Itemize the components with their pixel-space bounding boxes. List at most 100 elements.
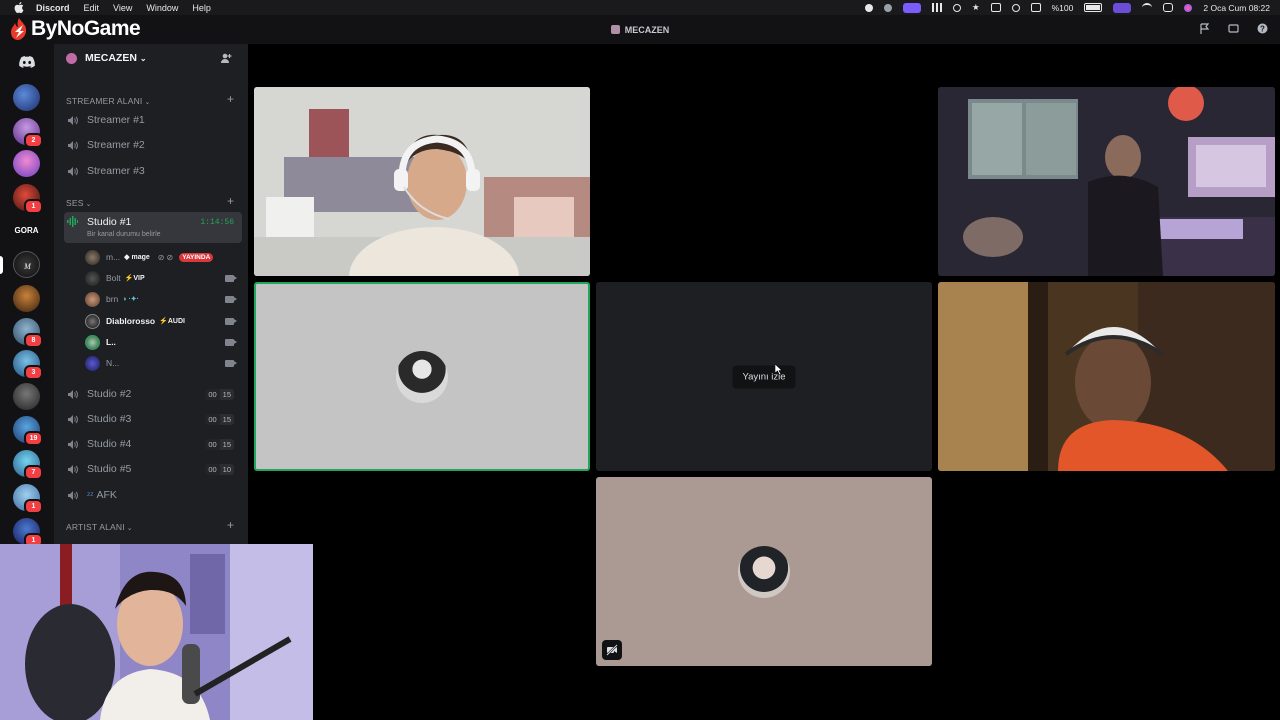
server-icon-9[interactable] [13,383,40,410]
status-icon[interactable] [884,3,892,12]
avatar [396,350,448,403]
user-name: Diablorosso [106,316,156,326]
voice-user-5[interactable]: L.. [85,333,242,351]
window-title-text: MECAZEN [624,24,670,35]
avatar [85,334,100,350]
menu-help[interactable]: Help [192,3,211,13]
chevron-down-icon: ⌄ [144,99,151,106]
user-tag: ⚡AUDI [159,318,185,325]
stage-manager-icon[interactable] [1113,2,1132,13]
screen-icon[interactable] [1228,23,1239,34]
video-feed [938,87,1275,276]
wifi-icon[interactable] [1142,3,1153,12]
menu-window[interactable]: Window [146,3,178,13]
user-tag-icon: ◑ ·✦· [122,296,139,303]
channel-label: AFK [96,489,117,501]
speaker-icon [68,490,78,500]
server-gora-label[interactable]: GORA [13,226,40,235]
category-streamer[interactable]: STREAMER ALANI ⌄ [66,96,151,106]
camera-icon [225,295,237,303]
category-ses[interactable]: SES ⌄ [66,198,92,208]
add-channel-icon[interactable]: + [227,92,234,106]
help-icon[interactable]: ? [1257,23,1268,34]
record-icon[interactable] [865,3,873,12]
control-center-icon[interactable] [1163,3,1174,12]
unread-badge: 3 [24,365,43,380]
channel-streamer-2[interactable]: Streamer #2 [64,134,242,156]
control-icon[interactable] [1030,3,1041,12]
speaker-icon [68,439,78,449]
server-icon-10[interactable]: 19 [13,416,43,446]
apple-icon[interactable] [12,2,26,13]
screen-share-icon[interactable] [903,2,921,13]
add-member-icon[interactable] [220,52,232,64]
grid-icon[interactable] [932,3,942,12]
avatar [85,270,100,286]
user-count: 00 [205,438,220,450]
speaker-icon [68,414,78,424]
server-icon-mecazen[interactable]: M [13,251,40,278]
bynogame-logo: ByNoGame [8,17,141,41]
video-tile-1[interactable] [254,87,590,276]
voice-user-2[interactable]: Bolt ⚡VIP [85,269,242,287]
video-tile-2[interactable] [938,87,1275,276]
channel-label: Studio #4 [87,438,132,450]
server-icon-8[interactable]: 3 [13,350,43,380]
user-count: 00 [205,413,220,425]
call-duration: 1:14:56 [200,218,234,227]
voice-user-1[interactable]: m... ◆ mage ⊘ ⊘ YAYINDA [85,248,242,266]
video-tile-3[interactable] [254,282,590,471]
flag-icon[interactable] [1199,23,1210,34]
sleep-icon: ᶻᶻ [87,490,94,500]
discord-home-icon[interactable] [13,48,40,75]
voice-active-icon [67,216,78,227]
channel-label: Studio #1 [87,216,132,228]
channel-studio-1[interactable]: Studio #1 1:14:56 Bir kanal durumu belir… [64,212,242,243]
server-icon-4[interactable]: 1 [13,184,43,214]
video-tile-6[interactable] [596,477,932,666]
channel-streamer-3[interactable]: Streamer #3 [64,160,242,182]
channel-status[interactable]: Bir kanal durumu belirle [87,231,161,238]
server-icon-3[interactable] [13,150,40,177]
video-off-button[interactable] [602,640,622,660]
menu-app-name[interactable]: Discord [36,3,70,13]
server-icon-6[interactable] [13,285,40,312]
keyboard-icon[interactable] [990,3,1001,12]
server-icon-13[interactable]: 1 [13,518,43,548]
add-channel-icon[interactable]: + [227,194,234,208]
server-icon-1[interactable] [13,84,40,111]
server-icon-2[interactable]: 2 [13,118,43,148]
play-icon[interactable] [953,3,961,12]
star-icon[interactable]: ★ [972,2,980,13]
server-header[interactable]: MECAZEN ⌄ [54,44,248,72]
unread-badge: 19 [24,431,43,446]
channel-studio-5[interactable]: Studio #5 00 10 [64,458,242,480]
voice-user-3[interactable]: brn ◑ ·✦· [85,290,242,308]
server-icon-11[interactable]: 7 [13,450,43,480]
channel-studio-4[interactable]: Studio #4 00 15 [64,433,242,455]
channel-label: Streamer #1 [87,114,145,126]
channel-studio-3[interactable]: Studio #3 00 15 [64,408,242,430]
video-tile-5[interactable] [938,282,1275,471]
watch-stream-button[interactable]: Yayını izle [732,365,796,388]
server-icon-7[interactable]: 8 [13,318,43,348]
siri-icon[interactable] [1184,3,1193,12]
menu-edit[interactable]: Edit [84,3,100,13]
category-label: STREAMER ALANI [66,96,143,106]
channel-streamer-1[interactable]: Streamer #1 [64,109,242,131]
server-icon-12[interactable]: 1 [13,484,43,514]
voice-user-4[interactable]: Diablorosso ⚡AUDI [85,312,242,330]
search-icon[interactable] [1011,3,1020,12]
channel-sidebar: MECAZEN ⌄ STREAMER ALANI ⌄ + Streamer #1 … [54,44,248,544]
voice-user-6[interactable]: N... [85,354,242,372]
category-artist[interactable]: ARTIST ALANI ⌄ [66,522,133,532]
camera-icon [225,338,237,346]
deafen-icon: ⊘ [157,252,165,262]
add-channel-icon[interactable]: + [227,518,234,532]
stream-tile[interactable]: Yayını izle [596,282,932,471]
channel-afk[interactable]: ᶻᶻ AFK [64,484,242,506]
menubar-datetime[interactable]: 2 Oca Cum 08:22 [1203,3,1270,13]
svg-text:M: M [23,262,32,271]
menu-view[interactable]: View [113,3,132,13]
channel-studio-2[interactable]: Studio #2 00 15 [64,383,242,405]
